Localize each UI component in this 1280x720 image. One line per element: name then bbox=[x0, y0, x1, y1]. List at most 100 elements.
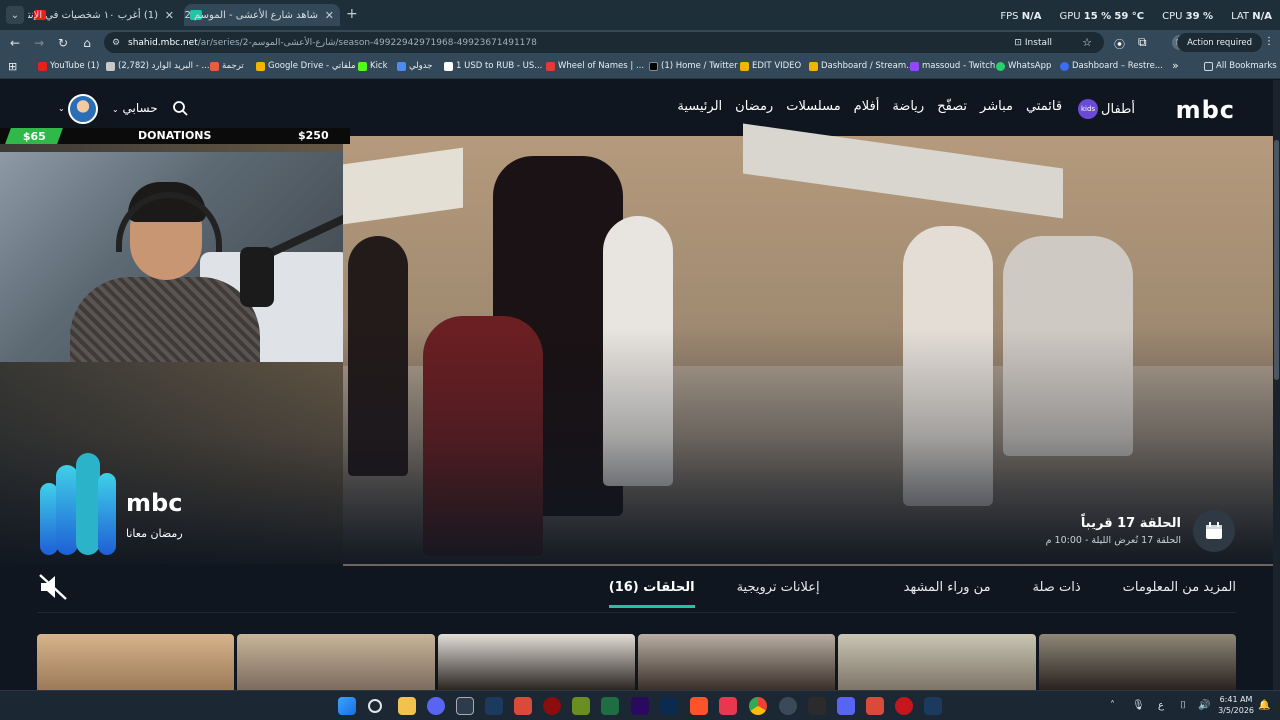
action-required-button[interactable]: Action required bbox=[1177, 33, 1262, 52]
tab-episodes[interactable]: الحلقات (16) bbox=[608, 580, 695, 608]
bookmark-item[interactable]: Dashboard / Stream... bbox=[809, 61, 914, 71]
tray-chevron-up-icon[interactable]: ˄ bbox=[1110, 700, 1115, 711]
address-toolbar: ← → ↻ ⌂ ⚙ shahid.mbc.net/ar/series/2-شار… bbox=[0, 30, 1280, 55]
episode-thumbnail[interactable] bbox=[437, 634, 635, 690]
close-tab-icon[interactable]: ✕ bbox=[325, 9, 334, 22]
scrollbar-thumb[interactable] bbox=[1274, 140, 1279, 380]
page-scrollbar[interactable] bbox=[1273, 80, 1280, 690]
twitch-icon bbox=[910, 61, 919, 71]
episode-thumbnail[interactable] bbox=[637, 634, 836, 690]
avatar[interactable] bbox=[68, 94, 98, 124]
episode-thumbnail[interactable] bbox=[838, 634, 1036, 690]
main-nav: الرئيسية رمضان مسلسلات أفلام رياضة تصفّح… bbox=[677, 99, 1135, 119]
mbc-logo[interactable]: mbc bbox=[1176, 96, 1235, 124]
nav-my-list[interactable]: قائمتي bbox=[1026, 99, 1062, 119]
notifications-icon[interactable]: 🔔 bbox=[1258, 700, 1270, 711]
mute-icon[interactable] bbox=[38, 573, 68, 601]
game-app-icon[interactable] bbox=[837, 697, 855, 715]
bookmark-item[interactable]: (2,782) البريد الوارد - ... bbox=[106, 61, 210, 71]
reload-icon[interactable]: ↻ bbox=[54, 34, 72, 52]
premiere-icon[interactable] bbox=[631, 697, 649, 715]
account-menu[interactable]: حسابي ⌄ bbox=[112, 101, 158, 115]
forward-arrow-icon[interactable]: → bbox=[30, 34, 48, 52]
file-explorer-icon[interactable] bbox=[398, 697, 416, 715]
language-indicator[interactable]: ع bbox=[1158, 700, 1164, 711]
extensions-puzzle-icon[interactable]: ⧉ bbox=[1138, 35, 1147, 50]
next-episode-info: الحلقة 17 قريباً الحلقة 17 تُعرض الليلة … bbox=[1046, 510, 1235, 552]
bookmark-item[interactable]: Wheel of Names | ... bbox=[546, 61, 644, 71]
apps-grid-icon[interactable]: ⊞ bbox=[8, 60, 17, 73]
browser-tab[interactable]: (1) أغرب ١٠ شخصيات في الإنترنت ✕ bbox=[28, 4, 180, 26]
bookmark-item[interactable]: YouTube (1) bbox=[38, 61, 99, 71]
nav-series[interactable]: مسلسلات bbox=[786, 99, 840, 119]
app-red-icon[interactable] bbox=[543, 697, 561, 715]
brave-icon[interactable] bbox=[690, 697, 708, 715]
app-eu-2-icon[interactable] bbox=[866, 697, 884, 715]
nav-live[interactable]: مباشر bbox=[980, 99, 1013, 119]
clock[interactable]: 6:41 AM 3/5/2026 bbox=[1218, 694, 1254, 716]
close-tab-icon[interactable]: ✕ bbox=[165, 9, 174, 22]
folder-icon bbox=[1204, 61, 1213, 71]
install-icon: ⊡ bbox=[1014, 37, 1022, 48]
photoshop-icon[interactable] bbox=[660, 697, 678, 715]
bookmark-star-icon[interactable]: ☆ bbox=[1082, 36, 1092, 49]
nav-ramadan[interactable]: رمضان bbox=[735, 99, 773, 119]
tab-more-info[interactable]: المزيد من المعلومات bbox=[1123, 580, 1236, 608]
nav-sports[interactable]: رياضة bbox=[892, 99, 924, 119]
creative-cloud-icon[interactable] bbox=[895, 697, 913, 715]
all-bookmarks-button[interactable]: All Bookmarks bbox=[1204, 61, 1277, 71]
start-windows-icon[interactable] bbox=[338, 697, 356, 715]
bookmark-item[interactable]: (1) Home / Twitter bbox=[649, 61, 738, 71]
back-arrow-icon[interactable]: ← bbox=[6, 34, 24, 52]
nav-movies[interactable]: أفلام bbox=[854, 99, 880, 119]
nav-home[interactable]: الرئيسية bbox=[677, 99, 722, 119]
volume-icon[interactable]: 🔊 bbox=[1198, 700, 1210, 711]
nav-browse[interactable]: تصفّح bbox=[937, 99, 967, 119]
address-bar[interactable]: ⚙ shahid.mbc.net/ar/series/2-شارع-الأعشى… bbox=[104, 32, 1104, 53]
tab-behind-scenes[interactable]: من وراء المشهد bbox=[904, 580, 991, 608]
network-icon[interactable]: ⌷ bbox=[1180, 700, 1186, 711]
tab-related[interactable]: ذات صلة bbox=[1033, 580, 1081, 608]
install-app-button[interactable]: ⊡ Install bbox=[1008, 35, 1058, 50]
browser-menu-icon[interactable]: ⋮ bbox=[1264, 36, 1274, 47]
bookmark-item[interactable]: Dashboard – Restre... bbox=[1060, 61, 1163, 71]
chevron-down-icon: ⌄ bbox=[112, 105, 119, 114]
chrome-icon[interactable] bbox=[749, 697, 767, 715]
more-bookmarks-button[interactable]: » bbox=[1172, 59, 1179, 72]
episode-thumbnail[interactable] bbox=[1038, 634, 1236, 690]
nav-kids[interactable]: kids أطفال bbox=[1075, 99, 1135, 119]
discord-icon[interactable] bbox=[427, 697, 445, 715]
excel-icon[interactable] bbox=[601, 697, 619, 715]
browser-tab-active[interactable]: شاهد شارع الأعشى - الموسم 2 | ✕ bbox=[184, 4, 340, 26]
bookmark-item[interactable]: ترجمة bbox=[210, 61, 244, 71]
bookmark-item[interactable]: massoud - Twitch bbox=[910, 61, 995, 71]
taskbar-search-icon[interactable] bbox=[368, 699, 382, 713]
x-twitter-icon bbox=[649, 61, 658, 71]
home-icon[interactable]: ⌂ bbox=[78, 34, 96, 52]
new-tab-button[interactable]: + bbox=[346, 6, 358, 22]
image-app-icon[interactable] bbox=[719, 697, 737, 715]
episode-thumbnail[interactable] bbox=[37, 634, 235, 690]
site-info-icon[interactable]: ⚙ bbox=[112, 38, 120, 48]
bookmark-item[interactable]: EDIT VIDEO bbox=[740, 61, 801, 71]
app-green-icon[interactable] bbox=[572, 697, 590, 715]
episode-thumbnail[interactable] bbox=[237, 634, 435, 690]
steam-2-icon[interactable] bbox=[924, 697, 942, 715]
media-player-icon[interactable] bbox=[456, 697, 474, 715]
bookmark-item[interactable]: WhatsApp bbox=[996, 61, 1051, 71]
obs-icon[interactable] bbox=[779, 697, 797, 715]
bookmark-item[interactable]: 1 USD to RUB - US... bbox=[444, 61, 542, 71]
cpu-readout: CPU 39 % bbox=[1162, 11, 1214, 22]
capcut-icon[interactable] bbox=[808, 697, 826, 715]
microphone-tray-icon[interactable]: 🎙 bbox=[1132, 700, 1145, 711]
bookmark-item[interactable]: Google Drive - ملفاتي bbox=[256, 61, 356, 71]
tab-promos[interactable]: إعلانات ترويجية bbox=[737, 580, 820, 608]
app-eu-icon[interactable] bbox=[514, 697, 532, 715]
bookmark-item[interactable]: Kick bbox=[358, 61, 388, 71]
bookmark-item[interactable]: جدولي bbox=[397, 61, 433, 71]
extension-icon[interactable]: ⦿ bbox=[1114, 36, 1125, 52]
steam-icon[interactable] bbox=[485, 697, 503, 715]
donation-goal-bar: $65 DONATIONS $250 bbox=[0, 128, 350, 144]
tab-search-button[interactable]: ⌄ bbox=[6, 6, 24, 24]
search-icon[interactable] bbox=[172, 100, 188, 116]
